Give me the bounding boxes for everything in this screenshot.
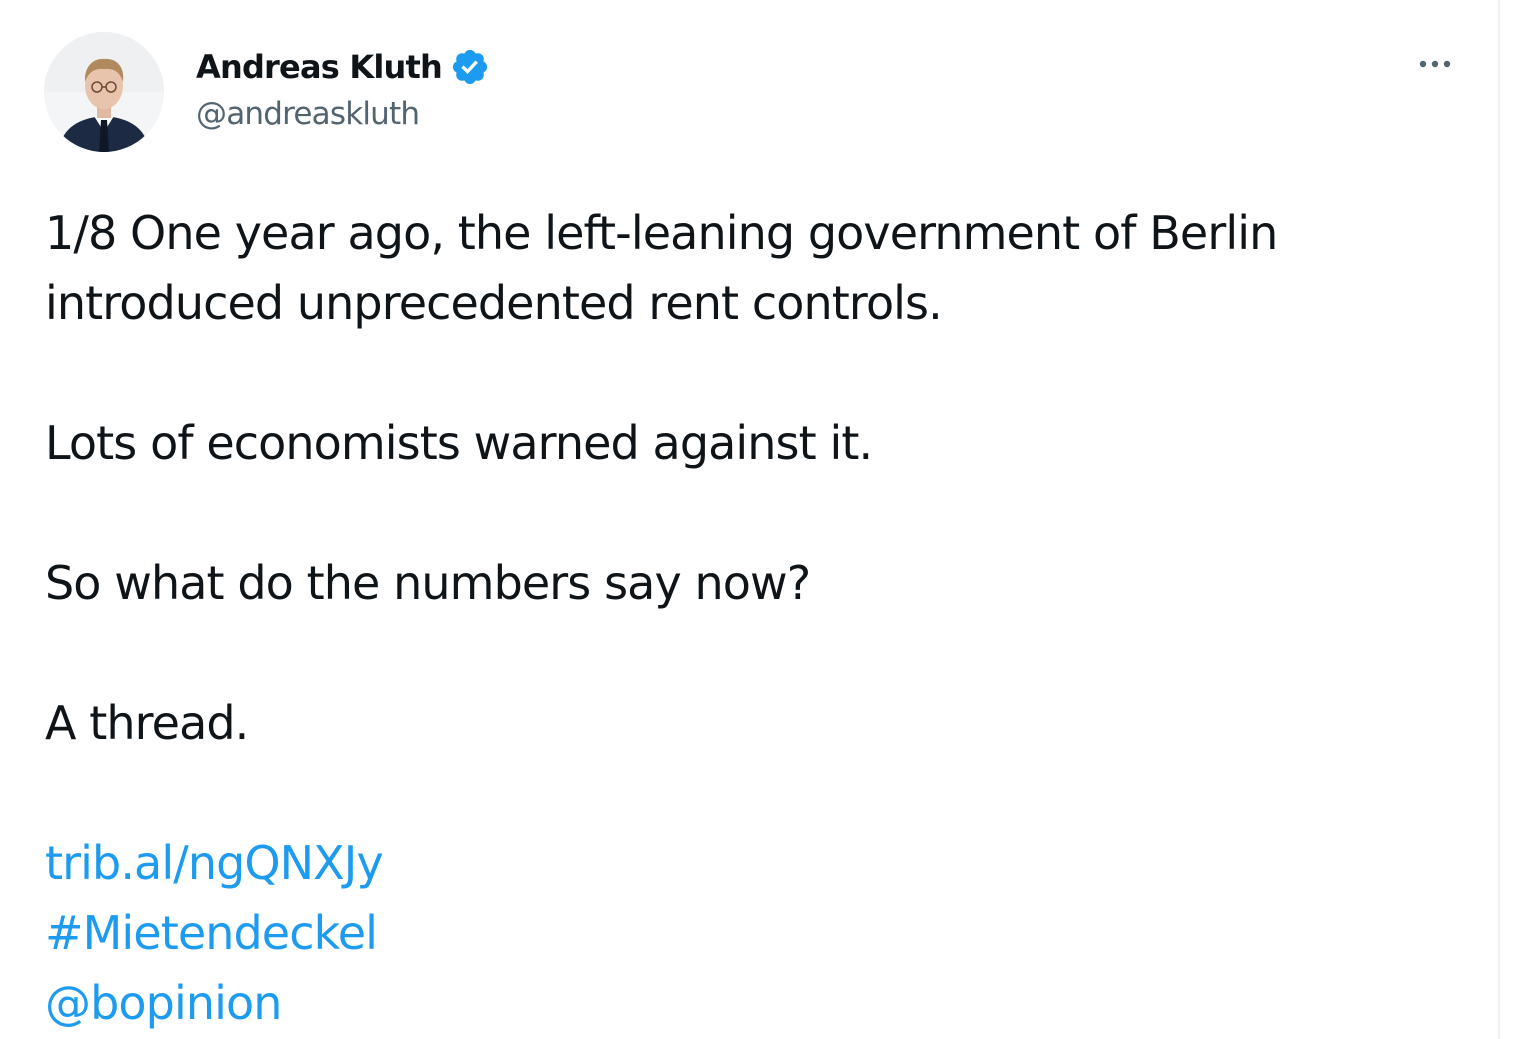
tweet-paragraph: Lots of economists warned against it. <box>45 416 873 470</box>
tweet-line: 1/8 One year ago, the left-leaning gover… <box>45 206 1278 260</box>
author-handle[interactable]: @andreaskluth <box>196 96 420 132</box>
more-options-button[interactable] <box>1410 42 1460 86</box>
verified-badge-icon <box>450 47 490 87</box>
tweet-mention[interactable]: @bopinion <box>45 968 1485 1038</box>
tweet-card: Andreas Kluth @andreaskluth 1/8 One year… <box>0 0 1500 1039</box>
tweet-paragraph: A thread. <box>45 696 249 750</box>
tweet-text: 1/8 One year ago, the left-leaning gover… <box>45 198 1485 1038</box>
tweet-line: introduced unprecedented rent controls. <box>45 276 943 330</box>
author-name[interactable]: Andreas Kluth <box>196 48 443 86</box>
more-horizontal-icon <box>1419 60 1451 68</box>
avatar-photo <box>44 32 164 152</box>
avatar[interactable] <box>44 32 164 152</box>
tweet-paragraph: So what do the numbers say now? <box>45 556 811 610</box>
author-name-row: Andreas Kluth <box>196 44 490 90</box>
tweet-link[interactable]: trib.al/ngQNXJy <box>45 828 1485 898</box>
tweet-hashtag[interactable]: #Mietendeckel <box>45 898 1485 968</box>
